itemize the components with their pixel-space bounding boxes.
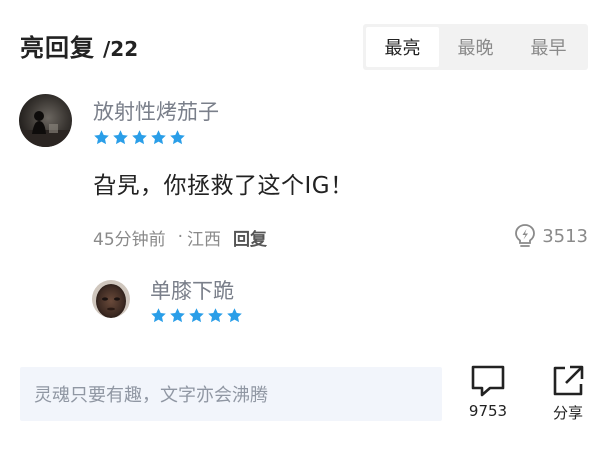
comment-count: 9753 bbox=[468, 402, 508, 420]
comment-username[interactable]: 放射性烤茄子 bbox=[93, 96, 219, 126]
star-icon bbox=[170, 308, 185, 323]
star-icon bbox=[132, 130, 147, 145]
share-button[interactable]: 分享 bbox=[546, 364, 590, 423]
star-icon bbox=[113, 130, 128, 145]
reply-avatar[interactable] bbox=[92, 280, 130, 318]
sort-tabs: 最亮 最晚 最早 bbox=[363, 24, 588, 70]
share-label: 分享 bbox=[552, 404, 583, 422]
like-button[interactable]: 3513 bbox=[514, 222, 588, 250]
star-icon bbox=[94, 130, 109, 145]
meta-separator: · bbox=[177, 227, 184, 247]
lightbulb-icon bbox=[515, 224, 536, 247]
comment-time: 45分钟前 bbox=[93, 229, 166, 250]
comments-button[interactable]: 9753 bbox=[466, 364, 510, 420]
star-icon bbox=[151, 130, 166, 145]
tab-hottest[interactable]: 最亮 bbox=[366, 27, 439, 67]
comment-location: 江西 bbox=[187, 229, 222, 250]
section-title: 亮回复 bbox=[20, 34, 95, 62]
like-count: 3513 bbox=[542, 225, 588, 247]
section-header: 亮回复 /22 bbox=[20, 28, 138, 68]
comment-text: 旮旯，你拯救了这个IG！ bbox=[93, 173, 354, 199]
comment-input[interactable]: 灵魂只要有趣，文字亦会沸腾 bbox=[20, 367, 442, 421]
star-icon bbox=[170, 130, 185, 145]
speech-bubble-icon bbox=[471, 365, 505, 397]
tab-earliest[interactable]: 最早 bbox=[512, 27, 585, 67]
avatar[interactable] bbox=[19, 94, 72, 147]
reply-button[interactable]: 回复 bbox=[233, 225, 267, 250]
tab-latest[interactable]: 最晚 bbox=[439, 27, 512, 67]
comment-meta: 45分钟前 · 江西 回复 bbox=[93, 224, 267, 250]
reply-username[interactable]: 单膝下跪 bbox=[150, 275, 234, 305]
star-icon bbox=[227, 308, 242, 323]
star-icon bbox=[189, 308, 204, 323]
share-out-icon bbox=[553, 365, 584, 396]
user-level-stars bbox=[93, 129, 186, 146]
reply-user-level-stars bbox=[150, 307, 243, 324]
star-icon bbox=[208, 308, 223, 323]
star-icon bbox=[151, 308, 166, 323]
reply-count: /22 bbox=[103, 37, 139, 61]
